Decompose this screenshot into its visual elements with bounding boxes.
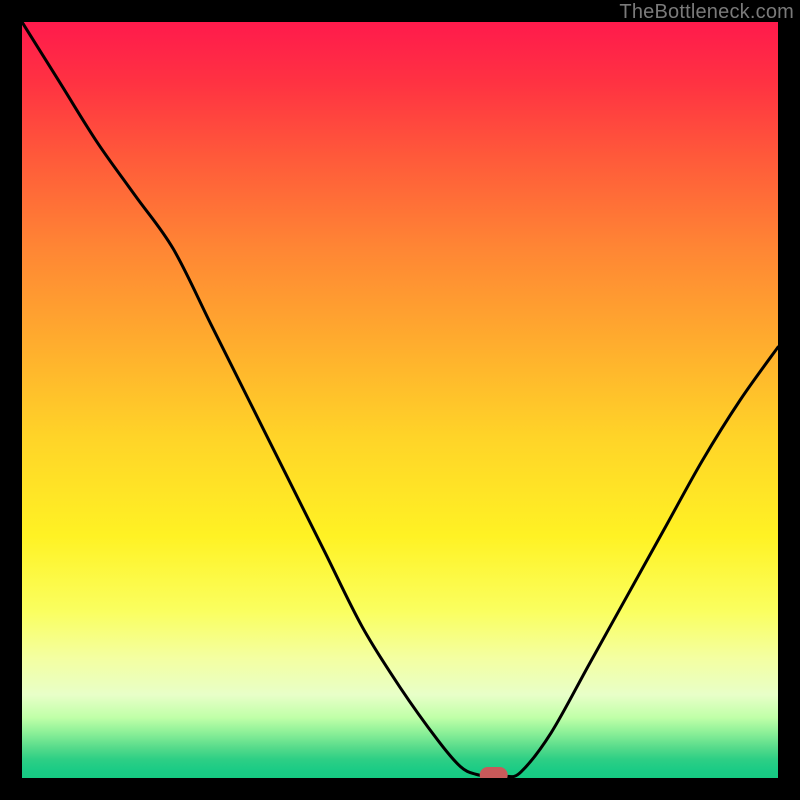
chart-frame: TheBottleneck.com: [0, 0, 800, 800]
optimum-marker: [480, 767, 508, 778]
watermark-text: TheBottleneck.com: [619, 1, 794, 24]
chart-svg: [22, 22, 778, 778]
bottleneck-curve: [22, 22, 778, 777]
plot-area: [22, 22, 778, 778]
